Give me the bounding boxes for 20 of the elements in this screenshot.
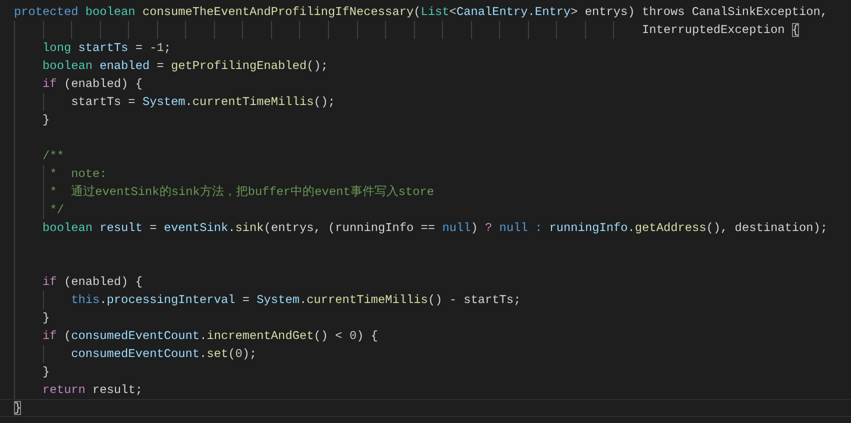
code-line: */ [14,201,64,219]
code-line: } [14,111,50,129]
code-line: /** [14,147,64,165]
code-line: InterruptedException { [14,21,800,39]
code-line: } [14,400,22,416]
code-line: protected boolean consumeTheEventAndProfilingIfNecessary(List<CanalEntry.Entry> entrys) throws CanalSinkException, [14,4,828,21]
code-line: boolean enabled = getProfilingEnabled(); [14,57,328,75]
code-line: } [14,309,50,327]
code-line: * note: [14,165,107,183]
code-line: * 通过eventSink的sink方法，把buffer中的event事件写入store [14,183,434,201]
code-line: } [14,363,50,381]
code-line: return result; [14,381,142,399]
code-line: if (enabled) { [14,273,142,291]
code-line: startTs = System.currentTimeMillis(); [14,93,336,111]
code-line: this.processingInterval = System.currentTimeMillis() - startTs; [14,291,521,309]
code-line: long startTs = -1; [14,39,172,57]
code-line: boolean result = eventSink.sink(entrys, (runningInfo == null) ? null : runningInfo.getAddress(), destination); [14,219,828,237]
code-line: if (enabled) { [14,75,142,93]
code-line: consumedEventCount.set(0); [14,345,257,363]
code-line: if (consumedEventCount.incrementAndGet() < 0) { [14,327,378,345]
